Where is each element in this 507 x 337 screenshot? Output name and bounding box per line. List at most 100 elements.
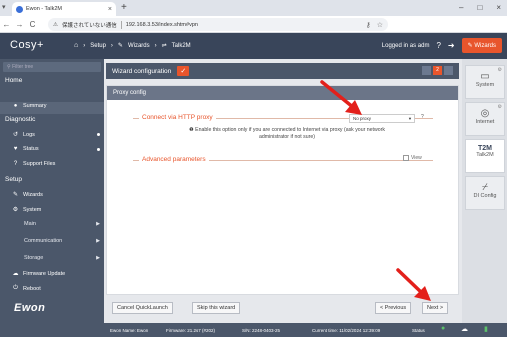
- view-label: View: [411, 155, 422, 161]
- tile-internet[interactable]: ⚙ ◎ Internet: [465, 102, 505, 136]
- crumb-talk2m[interactable]: Talk2M: [172, 43, 191, 49]
- chevron-icon: ›: [83, 42, 86, 49]
- connect-proxy-label: Connect via HTTP proxy: [139, 114, 216, 121]
- wand-icon: ✎: [12, 192, 19, 198]
- filter-input[interactable]: ⚲ Filter tree: [3, 62, 101, 72]
- question-icon: ?: [13, 161, 18, 167]
- sidebar-item-support-files[interactable]: ? Support Files: [12, 161, 100, 167]
- tile-di-config[interactable]: ⌿ DI Config: [465, 176, 505, 210]
- proxy-info: ❶ Enable this option only if you are con…: [175, 127, 399, 141]
- address-toolbar: ← → C ⚠ 保護されていない通信 192.168.3.53/index.sh…: [0, 16, 507, 43]
- sidebar-item-logs[interactable]: ↺ Logs: [12, 131, 100, 138]
- status-ok-icon[interactable]: ●: [441, 325, 445, 332]
- key-icon[interactable]: ⚷: [366, 21, 371, 29]
- firmware-version: Firmware: 21.2s7 (#202): [166, 327, 216, 333]
- back-icon[interactable]: ←: [0, 20, 13, 29]
- maximize-icon[interactable]: □: [477, 2, 482, 14]
- minimize-icon[interactable]: –: [459, 2, 463, 14]
- sidebar-item-system[interactable]: ⚙ System: [12, 206, 100, 214]
- close-window-icon[interactable]: ×: [496, 2, 501, 14]
- help-icon[interactable]: ?: [436, 41, 440, 50]
- tab-list-icon[interactable]: ▾: [2, 3, 6, 11]
- tile-label: Internet: [475, 119, 495, 125]
- browser-tabbar: ▾ Ewon - Talk2M × + – □ ×: [0, 0, 507, 16]
- chevron-right-icon: ▶: [96, 238, 100, 244]
- filter-placeholder: Filter tree: [12, 64, 34, 70]
- tile-talk2m[interactable]: T2M Talk2M: [465, 139, 505, 173]
- sidebar-item-communication[interactable]: Communication ▶: [24, 238, 100, 244]
- app-header: Cosy+ ⌂ › Setup › ✎ Wizards › ⇌ Talk2M L…: [0, 33, 507, 59]
- app-logo[interactable]: Cosy+: [10, 39, 44, 51]
- info-icon: ❶: [189, 127, 194, 133]
- sidebar-item-label: Support Files: [23, 161, 56, 167]
- info-icon[interactable]: ?: [421, 114, 424, 120]
- forward-icon[interactable]: →: [13, 20, 26, 29]
- logged-in-text: Logged in as adm: [381, 42, 430, 49]
- star-icon[interactable]: ☆: [377, 21, 383, 29]
- advanced-fieldset: Advanced parameters View: [133, 155, 433, 163]
- proxy-info-text: Enable this option only if you are conne…: [195, 127, 385, 140]
- wand-icon: ✎: [117, 43, 123, 49]
- sidebar-item-label: Reboot: [23, 285, 41, 292]
- url-bar[interactable]: ⚠ 保護されていない通信 192.168.3.53/index.shtm#vpn…: [48, 18, 388, 31]
- wizard-steps: 2: [422, 66, 453, 75]
- sidebar-item-label: Main: [24, 221, 36, 227]
- url-text: 192.168.3.53/index.shtm#vpn: [125, 21, 198, 28]
- red-arrow-next: [396, 268, 431, 301]
- chevron-right-icon: ▶: [96, 221, 100, 227]
- status-label[interactable]: Status: [412, 328, 425, 333]
- logout-icon[interactable]: ➜: [448, 41, 455, 50]
- crumb-wizards[interactable]: Wizards: [128, 43, 150, 49]
- warning-icon[interactable]: ⚠: [53, 22, 58, 28]
- ewon-logo: Ewon: [14, 302, 46, 314]
- step-indicator: [444, 66, 453, 75]
- summary-icon: ●: [13, 103, 18, 109]
- wizard-header: Wizard configuration ✓ 2: [106, 63, 459, 79]
- wizards-button[interactable]: ✎ Wizards: [461, 38, 502, 53]
- signal-icon[interactable]: ▮: [484, 325, 488, 333]
- tile-system[interactable]: ⚙ ▭ System: [465, 65, 505, 99]
- sidebar-section-diagnostic[interactable]: Diagnostic: [5, 116, 35, 123]
- chevron-right-icon: ▶: [96, 255, 100, 261]
- view-checkbox[interactable]: [403, 155, 409, 161]
- connect-proxy-fieldset: Connect via HTTP proxy No proxy ▼ ? ❶ En…: [133, 114, 433, 140]
- sidebar-item-wizards[interactable]: ✎ Wizards: [12, 191, 100, 199]
- window-controls: – □ ×: [459, 2, 501, 14]
- check-icon: ✓: [177, 66, 190, 76]
- breadcrumb: ⌂ › Setup › ✎ Wizards › ⇌ Talk2M: [74, 42, 191, 49]
- sidebar-item-status[interactable]: ♥ Status: [12, 146, 100, 152]
- gear-icon[interactable]: ⚙: [498, 67, 502, 73]
- sidebar-item-label: Logs: [23, 131, 35, 138]
- right-panel: ⚙ ▭ System ⚙ ◎ Internet T2M Talk2M ⌿ DI …: [462, 59, 507, 323]
- gear-icon[interactable]: ⚙: [498, 104, 502, 110]
- close-tab-icon[interactable]: ×: [108, 6, 112, 13]
- sidebar-item-label: Summary: [23, 103, 47, 109]
- cloud-icon[interactable]: ☁: [461, 325, 468, 333]
- sidebar-item-summary[interactable]: ● Summary: [12, 103, 100, 109]
- new-tab-icon[interactable]: +: [121, 2, 127, 14]
- skip-wizard-button[interactable]: Skip this wizard: [192, 302, 241, 314]
- sidebar: ⚲ Filter tree Home ● Summary Diagnostic ↺…: [0, 59, 104, 337]
- sidebar-item-reboot[interactable]: ⏻ Reboot: [12, 285, 100, 292]
- power-icon: ⏻: [13, 285, 18, 291]
- browser-tab[interactable]: Ewon - Talk2M ×: [12, 2, 116, 16]
- reload-icon[interactable]: C: [26, 20, 39, 29]
- sidebar-item-main[interactable]: Main ▶: [24, 221, 100, 227]
- sidebar-item-firmware-update[interactable]: ☁ Firmware Update: [12, 270, 100, 278]
- view-toggle[interactable]: View: [403, 155, 422, 161]
- panel-title: Proxy config: [107, 86, 458, 100]
- url-divider: [120, 20, 122, 29]
- tile-label: System: [475, 82, 495, 88]
- expand-dot: [97, 147, 100, 151]
- cancel-quicklaunch-button[interactable]: Cancel QuickLaunch: [112, 302, 173, 314]
- crumb-setup[interactable]: Setup: [90, 43, 106, 49]
- sidebar-section-setup[interactable]: Setup: [5, 176, 22, 183]
- header-right: Logged in as adm ? ➜ ✎ Wizards: [382, 38, 502, 53]
- status-bar: Ewon Name: Ewon Firmware: 21.2s7 (#202) …: [104, 323, 507, 337]
- home-icon[interactable]: ⌂: [74, 42, 78, 49]
- logs-icon: ↺: [12, 132, 19, 138]
- sidebar-section-home[interactable]: Home: [5, 77, 22, 84]
- expand-dot: [97, 133, 100, 136]
- sidebar-item-label: Firmware Update: [23, 270, 66, 277]
- sidebar-item-storage[interactable]: Storage ▶: [24, 255, 100, 261]
